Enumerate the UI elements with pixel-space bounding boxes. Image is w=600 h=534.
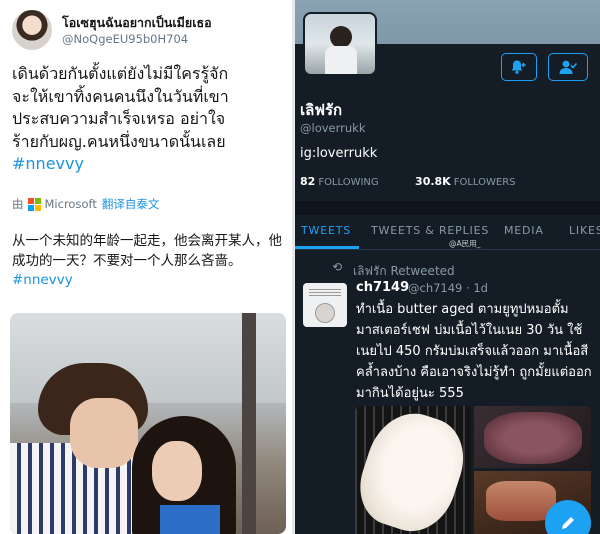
tweet-photo[interactable]	[10, 313, 286, 534]
avatar-head	[330, 26, 352, 48]
followers-stat[interactable]: 30.8K FOLLOWERS	[415, 175, 516, 188]
tweet-author-meta: @ch7149 · 1d	[408, 281, 488, 295]
translation-link[interactable]: 翻译自泰文	[102, 196, 160, 212]
watermark: @A民用_	[449, 239, 481, 248]
photo-girl-top	[160, 505, 220, 534]
following-count: 82	[300, 175, 316, 188]
section-separator	[295, 201, 600, 215]
translation-attribution: 由 Microsoft 翻译自泰文	[12, 196, 159, 212]
followers-count: 30.8K	[415, 175, 451, 188]
photo-girl-face	[152, 441, 202, 501]
tweet-media-2[interactable]	[474, 406, 591, 468]
left-handle[interactable]: @NoQgeEU95b0H704	[62, 32, 188, 46]
tweet-line: ประสบความสำเร็จเหรอ อย่าใจ	[12, 109, 226, 128]
retweeted-label[interactable]: เลิฟรัก Retweeted	[353, 262, 455, 281]
tab-tweets-replies[interactable]: TWEETS & REPLIES	[371, 224, 489, 237]
avatar-face	[315, 303, 335, 323]
tweet-line: จะให้เขาทิ้งคนคนนึงในวันที่เขา	[12, 86, 229, 106]
following-button[interactable]	[548, 53, 588, 81]
tweet-media-1[interactable]	[355, 406, 471, 534]
translation-by-label: 由	[12, 197, 24, 211]
following-stat[interactable]: 82 FOLLOWING	[300, 175, 382, 188]
avatar-scribble	[309, 289, 341, 297]
translated-body: 从一个未知的年龄一起走，他会离开某人，他成功的一天？不要对一个人那么吝啬。	[12, 233, 282, 269]
aged-meat-image	[484, 412, 582, 464]
profile-bio: ig:loverrukk	[300, 146, 378, 161]
followers-label: FOLLOWERS	[453, 177, 516, 188]
tweet-hashtag[interactable]: #nnevvy	[12, 153, 287, 176]
tweet-line: ร้ายกับผญ.คนหนึ่งขนาดนั้นเลย	[12, 131, 226, 151]
notifications-button[interactable]	[501, 53, 537, 81]
profile-stats: 82 FOLLOWING 30.8K FOLLOWERS	[300, 175, 516, 188]
tweet-line: เดินด้วยกันตั้งแต่ยังไม่มีใครรู้จัก	[12, 64, 229, 83]
tab-likes[interactable]: LIKES	[569, 224, 600, 237]
tweet-author-name[interactable]: ch7149	[356, 280, 409, 295]
left-avatar[interactable]	[12, 10, 52, 50]
translated-text: 从一个未知的年龄一起走，他会离开某人，他成功的一天？不要对一个人那么吝啬。 #n…	[12, 232, 282, 291]
person-check-icon	[559, 60, 578, 74]
left-tweet-panel: โอเซฮุนฉันอยากเป็นเมียเธอ @NoQgeEU95b0H7…	[0, 0, 292, 534]
avatar-body	[325, 46, 357, 74]
microsoft-logo-icon	[27, 197, 41, 211]
translation-provider: Microsoft	[44, 197, 97, 211]
tab-tweets[interactable]: TWEETS	[301, 224, 351, 237]
bell-plus-icon	[511, 60, 526, 74]
retweet-text: ทำเนื้อ butter aged ตามยูทูปหมอตั้ม มาสเ…	[356, 302, 592, 401]
following-label: FOLLOWING	[318, 177, 379, 188]
photo-boy-face	[70, 398, 138, 468]
photo-pole	[242, 313, 256, 534]
tab-media[interactable]: MEDIA	[504, 224, 544, 237]
compose-icon	[562, 517, 574, 529]
profile-name: เลิฟรัก	[300, 101, 343, 119]
profile-handle: @loverrukk	[300, 121, 366, 135]
left-display-name[interactable]: โอเซฮุนฉันอยากเป็นเมียเธอ	[62, 13, 212, 33]
tweet-author-avatar[interactable]	[303, 283, 347, 327]
profile-avatar[interactable]	[303, 12, 377, 76]
translated-hashtag[interactable]: #nnevvy	[12, 272, 73, 288]
profile-panel: เลิฟรัก @loverrukk ig:loverrukk 82 FOLLOW…	[295, 0, 600, 534]
tweet-text: เดินด้วยกันตั้งแต่ยังไม่มีใครรู้จัก จะให…	[12, 63, 287, 176]
butter-steak-image	[355, 406, 471, 534]
retweet-icon: ⟲	[332, 260, 343, 274]
profile-tabs: TWEETS TWEETS & REPLIES MEDIA LIKES	[295, 215, 600, 250]
active-tab-indicator	[295, 246, 359, 249]
